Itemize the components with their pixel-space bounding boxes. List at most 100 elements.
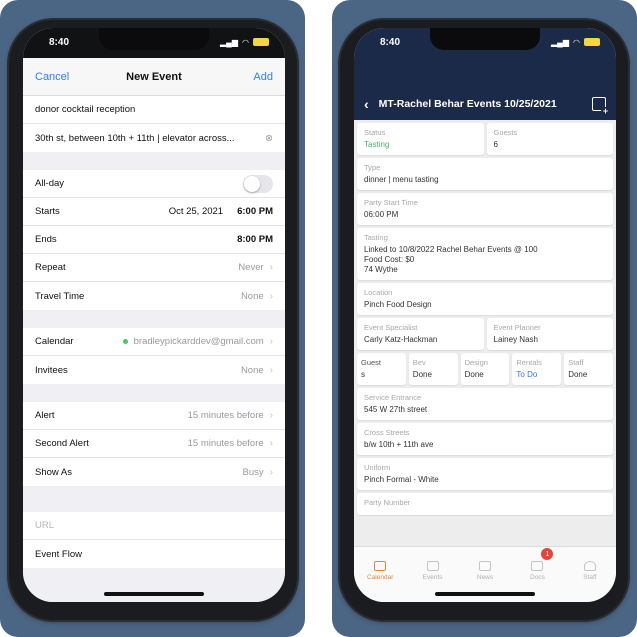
tab-label: Staff <box>583 573 597 581</box>
cross-streets-card[interactable]: Cross Streets b/w 10th + 11th ave <box>357 423 613 455</box>
header-title-row: ‹ MT-Rachel Behar Events 10/25/2021 <box>354 92 616 116</box>
card-value: Done <box>568 370 588 379</box>
clear-location-icon[interactable]: ⊗ <box>265 133 273 144</box>
tab-label: Events <box>422 573 443 581</box>
tab-staff[interactable]: Staff <box>564 547 616 602</box>
right-phone-frame: 8:40 ▂▄▆ ◠ ‹ MT-Rachel Behar Events 10/2… <box>340 20 628 620</box>
ends-label: Ends <box>35 234 57 245</box>
title-field[interactable]: donor cocktail reception <box>23 96 285 124</box>
calendar-group: Calendar bradleypickarddev@gmail.com › Inv… <box>23 328 285 384</box>
second-alert-row[interactable]: Second Alert 15 minutes before › <box>23 430 285 458</box>
card-row: Cross Streets b/w 10th + 11th ave <box>357 423 613 455</box>
card-value: 545 W 27th street <box>364 405 428 414</box>
allday-row: All-day <box>23 170 285 198</box>
design-mini-card[interactable]: Design Done <box>460 353 510 385</box>
guest-mini-card[interactable]: Guest s <box>357 353 406 385</box>
ends-row[interactable]: Ends 8:00 PM <box>23 226 285 254</box>
card-value: Lainey Nash <box>493 335 538 344</box>
card-label: Guests <box>493 128 518 137</box>
ends-time[interactable]: 8:00 PM <box>237 234 273 245</box>
starts-value: Oct 25, 2021 6:00 PM <box>169 206 273 217</box>
alert-row[interactable]: Alert 15 minutes before › <box>23 402 285 430</box>
planner-card[interactable]: Event Planner Lainey Nash <box>486 318 613 350</box>
home-indicator[interactable] <box>435 592 535 596</box>
start-time-card[interactable]: Party Start Time 06:00 PM <box>357 193 613 225</box>
right-phone-screen: 8:40 ▂▄▆ ◠ ‹ MT-Rachel Behar Events 10/2… <box>354 28 616 602</box>
starts-row[interactable]: Starts Oct 25, 2021 6:00 PM <box>23 198 285 226</box>
card-value: Pinch Food Design <box>364 300 432 309</box>
status-card[interactable]: Status Tasting <box>357 123 484 155</box>
specialist-card[interactable]: Event Specialist Carly Katz-Hackman <box>357 318 484 350</box>
allday-toggle[interactable] <box>243 174 273 193</box>
card-value: Done <box>464 370 484 379</box>
guests-card[interactable]: Guests 6 <box>486 123 613 155</box>
card-row: Service Entrance 545 W 27th street <box>357 388 613 420</box>
tasting-card[interactable]: Tasting Linked to 10/8/2022 Rachel Behar … <box>357 228 613 280</box>
card-label: Uniform <box>364 463 391 472</box>
card-label: Guest <box>361 358 382 367</box>
allday-label: All-day <box>35 178 65 189</box>
time-group: All-day Starts Oct 25, 2021 6:00 PM Ends 8:… <box>23 170 285 310</box>
starts-label: Starts <box>35 206 60 217</box>
card-row: Event Specialist Carly Katz-Hackman Event… <box>357 318 613 350</box>
show-as-label: Show As <box>35 466 72 478</box>
invitees-label: Invitees <box>35 364 68 376</box>
invitees-value: None <box>240 364 264 376</box>
card-label: Cross Streets <box>364 428 410 437</box>
card-value: Tasting <box>364 140 390 149</box>
second-alert-value-wrap: 15 minutes before › <box>188 438 273 449</box>
tab-label: News <box>476 573 494 581</box>
cancel-button[interactable]: Cancel <box>35 71 69 83</box>
document-icon <box>531 560 544 571</box>
location-card[interactable]: Location Pinch Food Design <box>357 283 613 315</box>
back-chevron-icon[interactable]: ‹ <box>364 96 369 112</box>
travel-value-wrap: None › <box>241 291 273 302</box>
event-flow-row[interactable]: Event Flow <box>23 540 285 568</box>
url-field[interactable]: URL <box>23 512 285 540</box>
staff-mini-card[interactable]: Staff Done <box>564 353 613 385</box>
home-indicator[interactable] <box>104 592 204 596</box>
starts-time[interactable]: 6:00 PM <box>237 206 273 217</box>
card-label: Location <box>364 288 393 297</box>
card-label: Rentals <box>516 358 542 367</box>
bev-mini-card[interactable]: Bev Done <box>408 353 458 385</box>
card-value: Carly Katz-Hackman <box>364 335 438 344</box>
calendar-label: Calendar <box>35 336 74 347</box>
tab-label: Docs <box>530 573 545 581</box>
card-label: Service Entrance <box>364 393 422 402</box>
party-number-card[interactable]: Party Number <box>357 493 613 515</box>
service-entrance-card[interactable]: Service Entrance 545 W 27th street <box>357 388 613 420</box>
event-form: donor cocktail reception 30th st, betwee… <box>23 96 285 602</box>
spacer <box>23 152 285 170</box>
starts-date[interactable]: Oct 25, 2021 <box>169 206 223 217</box>
add-button[interactable]: Add <box>253 71 273 83</box>
card-value: Done <box>412 370 432 379</box>
card-value: 06:00 PM <box>364 210 399 219</box>
show-as-row[interactable]: Show As Busy › <box>23 458 285 486</box>
person-icon <box>583 560 596 571</box>
invitees-row[interactable]: Invitees None › <box>23 356 285 384</box>
card-row: Party Start Time 06:00 PM <box>357 193 613 225</box>
task-status-row: Guest s Bev Done Design Done Rentals To Do S… <box>357 353 613 385</box>
alert-group: Alert 15 minutes before › Second Alert 15 m… <box>23 402 285 486</box>
tab-label: Calendar <box>367 573 394 581</box>
rentals-mini-card[interactable]: Rentals To Do <box>512 353 562 385</box>
repeat-row[interactable]: Repeat Never › <box>23 254 285 282</box>
card-label: Staff <box>568 358 584 367</box>
uniform-card[interactable]: Uniform Pinch Formal - White <box>357 458 613 490</box>
type-card[interactable]: Type dinner | menu tasting <box>357 158 613 190</box>
alert-value-wrap: 15 minutes before › <box>188 410 273 421</box>
add-calendar-icon[interactable] <box>592 97 610 116</box>
repeat-value-wrap: Never › <box>238 262 273 273</box>
status-icons: ▂▄▆ ◠ <box>220 38 269 47</box>
tab-calendar[interactable]: Calendar <box>354 547 406 602</box>
signal-icon: ▂▄▆ <box>551 37 570 47</box>
location-field[interactable]: 30th st, between 10th + 11th | elevator … <box>23 124 285 152</box>
card-label: Design <box>464 358 488 367</box>
chevron-right-icon: › <box>269 336 273 347</box>
signal-icon: ▂▄▆ <box>220 37 239 47</box>
travel-row[interactable]: Travel Time None › <box>23 282 285 310</box>
invitees-value-wrap: None › <box>241 365 273 376</box>
calendar-row[interactable]: Calendar bradleypickarddev@gmail.com › <box>23 328 285 356</box>
second-alert-label: Second Alert <box>35 438 89 449</box>
